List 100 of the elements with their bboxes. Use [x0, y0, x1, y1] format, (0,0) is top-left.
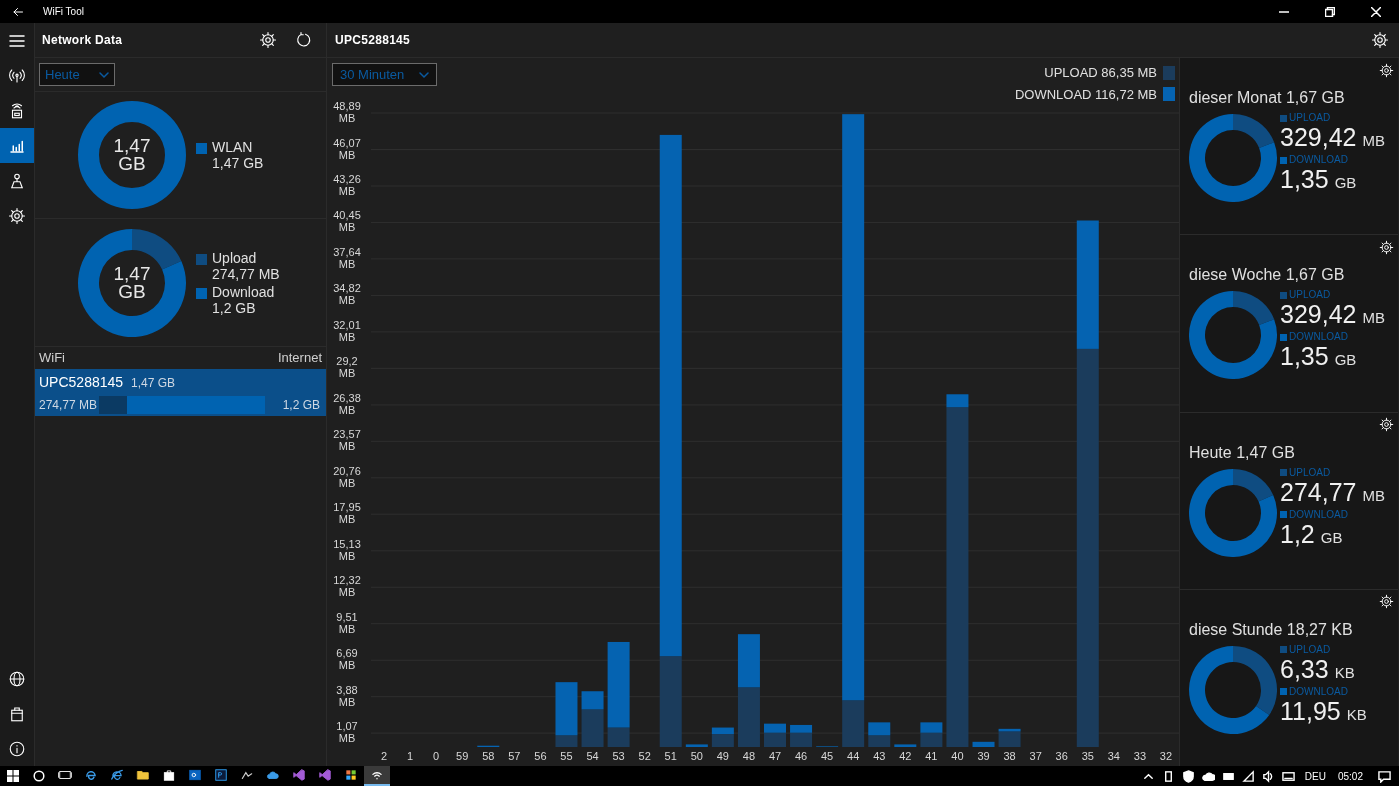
amount-unit: GB	[1334, 350, 1357, 371]
x-axis-label: 32	[1159, 750, 1173, 762]
legend-label: WLAN	[212, 139, 254, 155]
legend-value: 1,2 GB	[212, 299, 257, 316]
x-axis-label: 43	[873, 750, 886, 762]
y-axis-label: 37,64 MB	[333, 245, 361, 270]
upload-amount: 274,77 MB	[39, 396, 99, 414]
x-axis-label: 54	[586, 750, 599, 762]
x-axis-label: 34	[1107, 750, 1120, 762]
legend-label: DOWNLOAD 116,72 MB	[1014, 85, 1157, 104]
legend-label: DOWNLOAD	[1289, 508, 1348, 521]
x-axis-label: 56	[534, 750, 547, 762]
y-axis-label: 34,82 MB	[333, 282, 361, 307]
donut-center-unit: GB	[118, 155, 146, 173]
x-axis-label: 57	[508, 750, 521, 762]
x-axis-label: 49	[716, 750, 729, 762]
donut-center-value: 1,47	[113, 264, 151, 283]
card-title: diese Stunde 18,27 KB	[1189, 619, 1354, 640]
amount-unit: MB	[1362, 485, 1385, 506]
legend-label: UPLOAD	[1289, 112, 1331, 124]
amount-value: 1,35	[1280, 343, 1329, 370]
x-axis-label: 59	[456, 750, 469, 762]
y-axis-label: 9,51 MB	[336, 610, 358, 635]
x-axis-label: 39	[977, 750, 990, 762]
x-axis-label: 51	[664, 750, 677, 762]
network-row[interactable]: UPC5288145 1,47 GB 274,77 MB 1,2 GB	[35, 369, 326, 416]
card-title: diese Woche 1,67 GB	[1189, 265, 1346, 286]
download-amount: 1,2 GB	[281, 396, 321, 414]
y-axis-label: 12,32 MB	[333, 574, 361, 599]
y-axis-label: 6,69 MB	[336, 647, 358, 672]
y-axis-label: 40,45 MB	[333, 209, 361, 234]
x-axis-label: 38	[1003, 750, 1016, 762]
legend-label: UPLOAD	[1289, 643, 1331, 656]
legend-label: DOWNLOAD	[1289, 154, 1348, 166]
card-title: Heute 1,47 GB	[1189, 442, 1296, 463]
y-axis-label: 1,07 MB	[336, 720, 358, 745]
x-axis-label: 2	[380, 750, 388, 762]
clock[interactable]: 05:02	[1331, 768, 1369, 784]
y-axis-label: 32,01 MB	[333, 318, 361, 343]
x-axis-label: 55	[560, 750, 573, 762]
x-axis-label: 45	[821, 750, 834, 762]
x-axis-label: 36	[1055, 750, 1068, 762]
y-axis-label: 20,76 MB	[333, 464, 361, 489]
legend-label: UPLOAD	[1289, 466, 1331, 479]
amount-unit: GB	[1320, 527, 1343, 548]
y-axis-label: 29,2 MB	[336, 355, 358, 380]
y-axis-label: 48,89 MB	[333, 100, 361, 124]
amount-value: 1,2	[1280, 520, 1315, 547]
y-axis-label: 46,07 MB	[333, 136, 361, 161]
x-axis-label: 44	[847, 750, 860, 762]
legend-label: Upload	[212, 249, 258, 266]
x-axis-label: 42	[899, 750, 912, 762]
amount-unit: KB	[1346, 704, 1367, 725]
legend-value: 1,47 GB	[212, 155, 264, 171]
x-axis-label: 50	[690, 750, 703, 762]
amount-value: 329,42	[1280, 124, 1357, 150]
amount-unit: KB	[1334, 662, 1355, 683]
amount-value: 274,77	[1280, 478, 1357, 505]
x-axis-label: 35	[1081, 750, 1094, 762]
x-axis-label: 1	[407, 750, 414, 762]
legend-label: DOWNLOAD	[1289, 331, 1348, 344]
x-axis-label: 52	[638, 750, 651, 762]
column-header: Internet	[277, 349, 322, 368]
x-axis-label: 47	[768, 750, 782, 762]
legend-label: UPLOAD	[1289, 289, 1331, 302]
x-axis-label: 58	[482, 750, 495, 762]
amount-unit: GB	[1334, 173, 1357, 193]
legend-label: UPLOAD 86,35 MB	[1044, 64, 1157, 82]
amount-value: 1,35	[1280, 166, 1329, 192]
x-axis-label: 48	[742, 750, 756, 762]
amount-value: 6,33	[1280, 655, 1329, 682]
donut-center-unit: GB	[118, 282, 146, 301]
legend-label: Download	[212, 283, 275, 300]
network-total: 1,47 GB	[131, 374, 176, 392]
amount-unit: MB	[1362, 308, 1385, 329]
y-axis-label: 26,38 MB	[333, 391, 361, 416]
x-axis-label: 0	[433, 750, 440, 762]
y-axis-label: 15,13 MB	[333, 537, 361, 562]
x-axis-label: 53	[612, 750, 625, 762]
donut-center-value: 1,47	[113, 137, 151, 155]
amount-unit: MB	[1362, 131, 1385, 151]
legend-label: DOWNLOAD	[1289, 685, 1348, 698]
panel-title: Network Data	[42, 32, 124, 49]
y-axis-label: 17,95 MB	[333, 501, 361, 526]
input-language[interactable]: DEU	[1298, 768, 1332, 784]
x-axis-label: 33	[1133, 750, 1147, 762]
network-name: UPC5288145	[39, 372, 124, 392]
legend-value: 274,77 MB	[212, 265, 280, 282]
y-axis-label: 3,88 MB	[336, 683, 358, 708]
x-axis-label: 41	[925, 750, 938, 762]
x-axis-label: 40	[951, 750, 964, 762]
amount-value: 11,95	[1280, 697, 1341, 724]
amount-value: 329,42	[1280, 301, 1357, 328]
x-axis-label: 37	[1029, 750, 1042, 762]
y-axis-label: 43,26 MB	[333, 173, 361, 197]
window-title: WiFi Tool	[43, 5, 84, 19]
network-title: UPC5288145	[335, 32, 412, 49]
column-header: WiFi	[39, 349, 65, 368]
x-axis-label: 46	[794, 750, 808, 762]
y-axis-label: 23,57 MB	[333, 428, 361, 453]
